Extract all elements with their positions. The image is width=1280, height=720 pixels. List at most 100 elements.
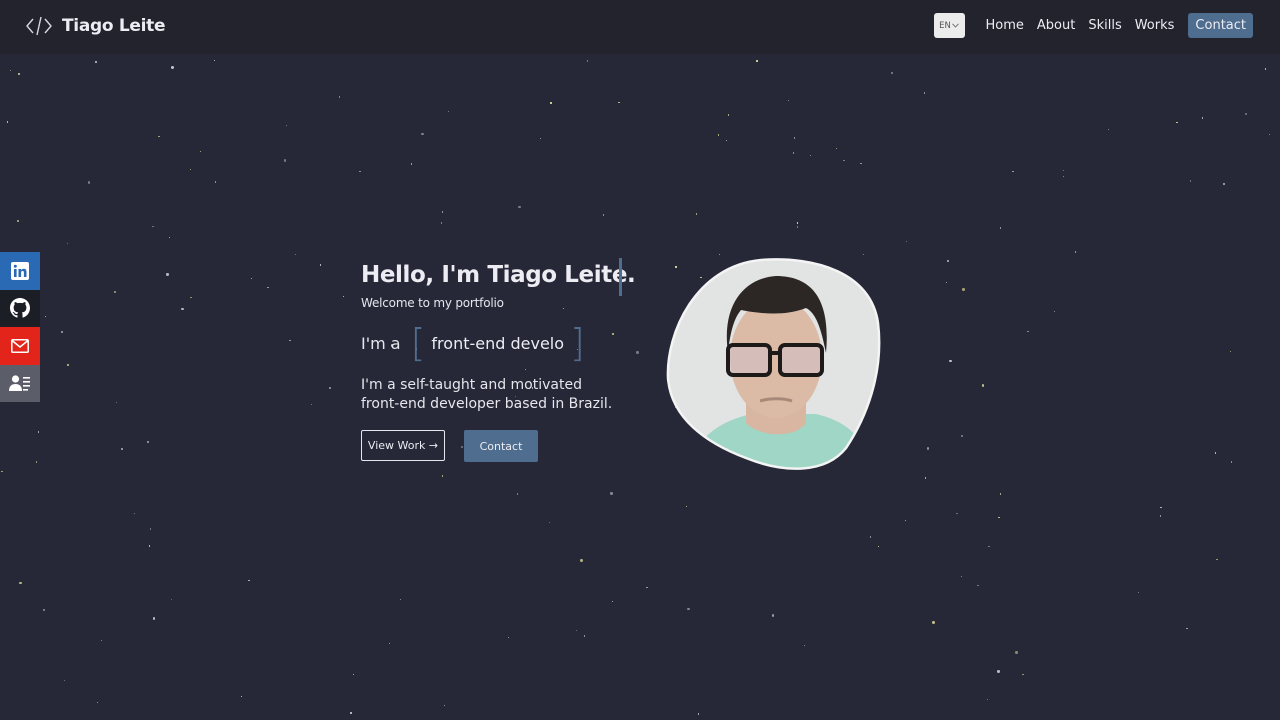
star	[214, 181, 217, 183]
nav-home[interactable]: Home	[986, 18, 1024, 33]
star	[148, 545, 151, 547]
star	[66, 243, 68, 245]
role-line: I'm a [ front-end develo ]	[361, 324, 661, 362]
view-work-button[interactable]: View Work →	[361, 430, 445, 461]
star	[1054, 311, 1056, 313]
star	[843, 160, 845, 162]
star	[687, 607, 690, 611]
star	[168, 236, 171, 239]
star	[1186, 627, 1188, 629]
star	[539, 137, 541, 139]
brand-logo[interactable]: Tiago Leite	[26, 14, 166, 38]
star	[100, 639, 102, 642]
star	[956, 512, 958, 514]
contact-button[interactable]: Contact	[464, 430, 538, 462]
star	[862, 253, 865, 256]
star	[152, 225, 154, 228]
social-linkedin[interactable]	[0, 252, 40, 290]
brand-name: Tiago Leite	[62, 16, 166, 36]
nav-contact-button[interactable]: Contact	[1188, 13, 1253, 38]
star	[213, 59, 216, 62]
star	[441, 211, 443, 213]
star	[241, 695, 243, 698]
profile-blob	[666, 258, 881, 470]
star	[147, 441, 149, 443]
main-nav: EN Home About Skills Works Contact	[933, 13, 1253, 38]
star	[350, 712, 352, 714]
star	[1027, 330, 1029, 333]
hero-subtitle: Welcome to my portfolio	[361, 296, 504, 310]
star	[584, 635, 586, 637]
nav-works[interactable]: Works	[1135, 18, 1175, 33]
star	[87, 181, 90, 184]
star	[947, 260, 949, 262]
star	[289, 339, 291, 342]
bracket-left: [	[410, 321, 426, 365]
star	[1189, 180, 1191, 182]
star	[338, 96, 341, 98]
hero-section: Hello, I'm Tiago Leite. Welcome to my po…	[361, 258, 661, 462]
star	[697, 713, 700, 715]
star	[877, 546, 880, 548]
nav-about[interactable]: About	[1037, 18, 1075, 33]
bracket-right: ]	[570, 321, 585, 365]
hero-title: Hello, I'm Tiago Leite.	[361, 262, 636, 288]
star	[803, 645, 806, 647]
star	[181, 308, 184, 311]
star	[945, 281, 948, 283]
star	[1000, 493, 1002, 495]
star	[399, 598, 402, 601]
star	[328, 386, 332, 390]
star	[516, 493, 519, 495]
star	[949, 360, 952, 363]
mail-icon	[11, 338, 29, 353]
star	[717, 134, 720, 136]
star	[550, 102, 552, 104]
social-resume[interactable]	[0, 364, 40, 402]
star	[60, 330, 64, 334]
star	[190, 168, 192, 171]
star	[518, 205, 521, 209]
star	[610, 492, 613, 495]
star	[1214, 452, 1216, 454]
star	[283, 159, 287, 162]
star	[115, 401, 118, 404]
hero-bio: I'm a self-taught and motivated front-en…	[361, 376, 631, 414]
star	[440, 222, 443, 224]
star	[835, 148, 837, 150]
star	[448, 110, 450, 113]
star	[932, 621, 935, 624]
star	[809, 154, 812, 157]
star	[986, 698, 989, 701]
star	[977, 584, 979, 587]
star	[960, 575, 963, 578]
star	[37, 431, 39, 433]
star	[1230, 461, 1233, 463]
language-selector[interactable]: EN	[933, 13, 965, 38]
star	[121, 448, 123, 450]
star	[718, 253, 721, 255]
star	[575, 629, 578, 632]
star	[1063, 169, 1065, 172]
star	[1015, 651, 1018, 654]
star	[359, 170, 361, 173]
nav-skills[interactable]: Skills	[1088, 18, 1121, 33]
star	[1022, 674, 1024, 676]
star	[319, 264, 321, 266]
star	[924, 477, 927, 479]
star	[1244, 112, 1248, 116]
social-github[interactable]	[0, 289, 40, 327]
star	[443, 705, 446, 707]
star	[150, 528, 152, 530]
chevron-down-icon	[952, 23, 959, 28]
star	[756, 60, 758, 62]
star	[248, 580, 250, 582]
star	[294, 253, 297, 256]
star	[166, 273, 169, 276]
star	[727, 114, 729, 116]
star	[171, 66, 174, 69]
role-prefix: I'm a	[361, 333, 401, 353]
social-email[interactable]	[0, 327, 40, 365]
star	[1108, 128, 1110, 131]
star	[1216, 558, 1218, 560]
